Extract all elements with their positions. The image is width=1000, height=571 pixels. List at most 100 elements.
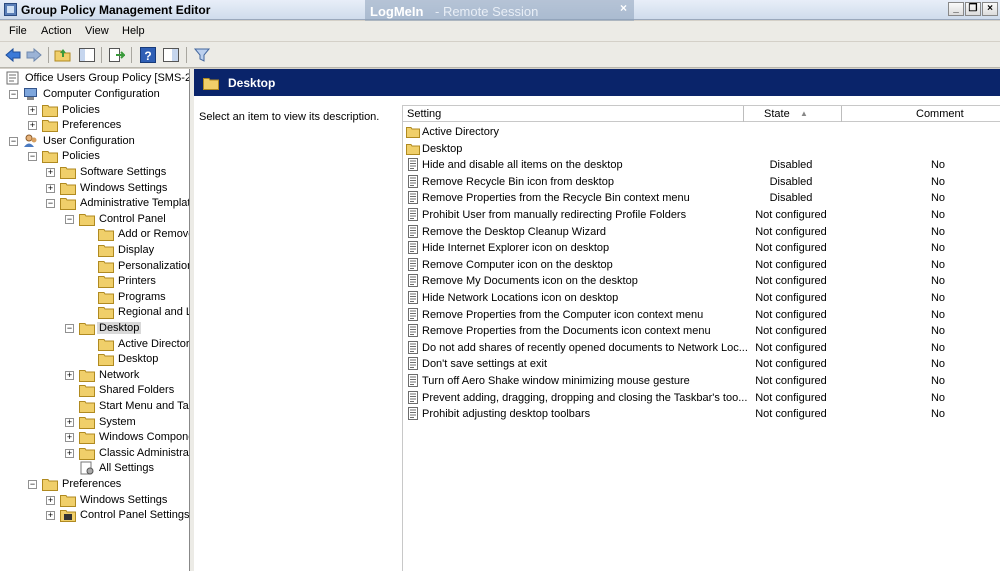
collapse-icon[interactable]: − — [9, 90, 18, 99]
expand-icon[interactable]: + — [65, 370, 74, 380]
gpme-app-icon — [4, 3, 17, 16]
logmein-close-icon[interactable]: × — [620, 1, 627, 15]
svg-text:?: ? — [144, 49, 151, 63]
tree-node-label: Policies — [62, 103, 100, 116]
expand-icon[interactable]: + — [28, 105, 37, 115]
computer-icon — [24, 88, 37, 100]
filter-icon[interactable] — [193, 46, 211, 64]
tree-node-label: Policies — [62, 150, 100, 163]
setting-row[interactable]: Hide Network Locations icon on desktop N… — [403, 290, 1000, 306]
setting-state: Not configured — [755, 258, 827, 271]
collapse-icon[interactable]: − — [9, 136, 18, 146]
logmein-brand: LogMeIn — [370, 4, 424, 19]
folder-icon — [60, 494, 76, 507]
setting-row[interactable]: Remove Computer icon on the desktop Not … — [403, 257, 1000, 273]
column-divider[interactable] — [743, 106, 744, 122]
setting-state: Not configured — [755, 375, 827, 387]
setting-comment: No — [930, 275, 946, 288]
collapse-icon[interactable]: − — [28, 152, 37, 162]
setting-state: Not configured — [755, 358, 827, 371]
settings-list-header: Setting State ▲ Comment — [403, 106, 1000, 122]
collapse-icon[interactable]: − — [65, 324, 74, 333]
folder-icon — [79, 432, 95, 445]
setting-name: Remove Computer icon on the desktop — [422, 258, 613, 271]
policy-setting-icon — [408, 224, 418, 238]
policy-setting-icon — [408, 390, 418, 404]
folder-name: Desktop — [422, 142, 463, 155]
tree-node-label: Display — [118, 244, 155, 256]
folder-icon — [79, 213, 95, 226]
expand-icon[interactable]: + — [46, 183, 55, 193]
column-state[interactable]: State — [764, 108, 790, 120]
setting-comment: No — [930, 292, 946, 304]
policy-setting-icon — [408, 357, 418, 371]
policy-setting-icon — [408, 324, 418, 338]
tree-node-label: All Settings — [99, 462, 155, 475]
tree-node-label: Preferences — [62, 119, 122, 132]
setting-name: Prevent adding, dragging, dropping and c… — [422, 391, 748, 404]
menu-action[interactable]: Action — [41, 25, 72, 37]
tree-node-label: Network — [99, 368, 140, 381]
folder-row[interactable]: Active Directory — [403, 124, 1000, 140]
setting-comment: No — [930, 242, 946, 255]
setting-comment: No — [930, 175, 946, 188]
setting-state: Not configured — [755, 209, 827, 221]
setting-state: Not configured — [755, 308, 827, 321]
menu-file[interactable]: File — [9, 25, 27, 37]
policy-setting-icon — [408, 208, 418, 221]
tree-node-label: Start Menu and Tas — [99, 400, 190, 412]
collapse-icon[interactable]: − — [65, 214, 74, 224]
close-button[interactable]: × — [982, 2, 998, 16]
tree-node-label: User Configuration — [43, 134, 135, 147]
restore-button[interactable]: ❐ — [965, 2, 981, 16]
setting-row[interactable]: Remove Recycle Bin icon from desktop Dis… — [403, 174, 1000, 190]
setting-row[interactable]: Hide and disable all items on the deskto… — [403, 157, 1000, 173]
expand-icon[interactable]: + — [65, 448, 74, 458]
setting-row[interactable]: Do not add shares of recently opened doc… — [403, 340, 1000, 356]
policy-setting-icon — [408, 407, 418, 421]
folder-row[interactable]: Desktop — [403, 141, 1000, 157]
export-list-icon[interactable] — [107, 46, 125, 64]
forward-arrow-icon[interactable] — [25, 46, 43, 64]
back-arrow-icon[interactable] — [4, 46, 22, 64]
folder-icon — [79, 401, 95, 413]
expand-icon[interactable]: + — [65, 433, 74, 443]
expand-icon[interactable]: + — [65, 417, 74, 427]
expand-icon[interactable]: + — [46, 511, 55, 521]
help-icon[interactable]: ? — [139, 46, 157, 64]
setting-row[interactable]: Prohibit adjusting desktop toolbars Not … — [403, 406, 1000, 422]
column-divider[interactable] — [841, 106, 842, 122]
folder-icon — [98, 291, 114, 304]
setting-row[interactable]: Hide Internet Explorer icon on desktop N… — [403, 240, 1000, 256]
setting-row[interactable]: Turn off Aero Shake window minimizing mo… — [403, 373, 1000, 389]
setting-row[interactable]: Remove the Desktop Cleanup Wizard Not co… — [403, 224, 1000, 240]
setting-row[interactable]: Prevent adding, dragging, dropping and c… — [403, 390, 1000, 406]
column-setting[interactable]: Setting — [407, 108, 441, 120]
minimize-button[interactable]: _ — [948, 2, 964, 16]
up-folder-icon[interactable] — [54, 46, 72, 64]
setting-row[interactable]: Remove Properties from the Documents ico… — [403, 323, 1000, 339]
collapse-icon[interactable]: − — [46, 199, 55, 209]
setting-row[interactable]: Don't save settings at exit Not configur… — [403, 356, 1000, 372]
setting-row[interactable]: Remove My Documents icon on the desktop … — [403, 273, 1000, 289]
setting-row[interactable]: Prohibit User from manually redirecting … — [403, 207, 1000, 223]
gpo-scroll-icon — [6, 71, 19, 85]
column-comment[interactable]: Comment — [916, 108, 964, 120]
setting-row[interactable]: Remove Properties from the Recycle Bin c… — [403, 190, 1000, 206]
policy-setting-icon — [408, 291, 418, 304]
setting-comment: No — [930, 408, 946, 421]
setting-comment: No — [930, 341, 946, 354]
toolbar: ? — [0, 42, 1000, 68]
expand-icon[interactable]: + — [28, 121, 37, 131]
collapse-icon[interactable]: − — [28, 480, 37, 489]
setting-comment: No — [930, 358, 946, 371]
setting-row[interactable]: Remove Properties from the Computer icon… — [403, 307, 1000, 323]
menu-help[interactable]: Help — [122, 25, 145, 37]
menu-view[interactable]: View — [85, 25, 109, 37]
show-hide-tree-icon[interactable] — [78, 46, 96, 64]
tree-node-label: Windows Settings — [80, 181, 168, 194]
expand-icon[interactable]: + — [46, 495, 55, 505]
expand-icon[interactable]: + — [46, 168, 55, 177]
folder-icon — [98, 229, 114, 242]
properties-pane-icon[interactable] — [162, 46, 180, 64]
